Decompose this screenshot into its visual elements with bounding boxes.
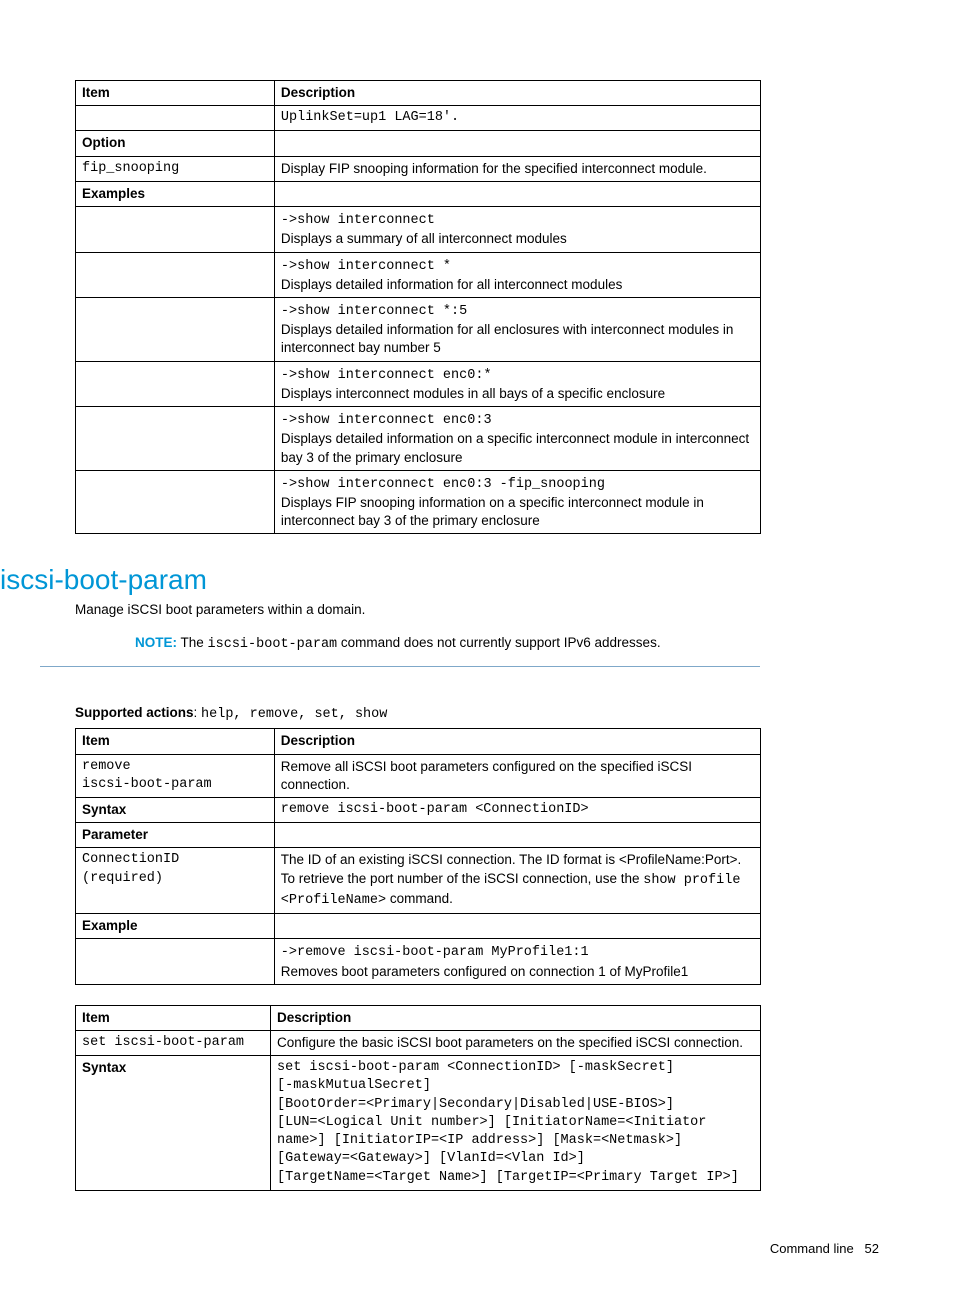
section-heading: iscsi-boot-param: [0, 564, 879, 596]
th-item: Item: [76, 1005, 271, 1030]
cmd: ->show interconnect enc0:3: [281, 413, 492, 428]
row-set: set iscsi-boot-param: [76, 1031, 271, 1056]
row-syntax: Syntax: [76, 1056, 271, 1191]
remove-l1: remove: [82, 759, 131, 774]
cell-empty: [76, 106, 275, 131]
cell-fip-desc: Display FIP snooping information for the…: [274, 156, 760, 181]
cell-set-desc: Configure the basic iSCSI boot parameter…: [271, 1031, 761, 1056]
syn-l1: set iscsi-boot-param <ConnectionID> [-ma…: [277, 1060, 674, 1075]
section-intro: Manage iSCSI boot parameters within a do…: [75, 602, 879, 617]
example-cell: ->show interconnect enc0:3 Displays deta…: [274, 407, 760, 471]
page-footer: Command line 52: [75, 1241, 879, 1256]
cell-empty: [274, 181, 760, 206]
cmd: ->show interconnect: [281, 213, 435, 228]
cell-empty: [76, 407, 275, 471]
interconnect-table: Item Description UplinkSet=up1 LAG=18'. …: [75, 80, 761, 534]
cmd-desc: Displays a summary of all interconnect m…: [281, 231, 567, 246]
row-parameter: Parameter: [76, 823, 275, 848]
cell-empty: [274, 131, 760, 156]
cmd-desc: Displays detailed information for all in…: [281, 277, 622, 292]
cell-empty: [274, 823, 760, 848]
cmd: ->show interconnect *:5: [281, 304, 467, 319]
cmd-desc: Displays interconnect modules in all bay…: [281, 386, 665, 401]
note-text-pre: The: [177, 635, 208, 650]
example-cell: ->show interconnect * Displays detailed …: [274, 252, 760, 297]
cell-empty: [76, 939, 275, 984]
th-item: Item: [76, 81, 275, 106]
syn-l5: name>] [InitiatorIP=<IP address>] [Mask=…: [277, 1133, 682, 1148]
row-fip-snooping: fip_snooping: [76, 156, 275, 181]
row-example: Example: [76, 914, 275, 939]
connid-l2: (required): [82, 871, 163, 886]
cell-empty: [76, 470, 275, 534]
example-cell: ->show interconnect enc0:* Displays inte…: [274, 361, 760, 406]
row-connectionid: ConnectionID (required): [76, 848, 275, 914]
cmd-desc: Displays detailed information for all en…: [281, 322, 733, 355]
syn-l2: [-maskMutualSecret]: [277, 1078, 431, 1093]
cell-remove-desc: Remove all iSCSI boot parameters configu…: [274, 754, 760, 797]
cmd-desc: Displays detailed information on a speci…: [281, 431, 749, 464]
syn-l3: [BootOrder=<Primary|Secondary|Disabled|U…: [277, 1097, 674, 1112]
example-cell: ->show interconnect Displays a summary o…: [274, 207, 760, 252]
cell-empty: [76, 207, 275, 252]
note-text-post: command does not currently support IPv6 …: [337, 635, 660, 650]
th-desc: Description: [274, 729, 760, 754]
supported-label: Supported actions: [75, 705, 194, 720]
cell-uplinkset: UplinkSet=up1 LAG=18'.: [274, 106, 760, 131]
connid-l1: ConnectionID: [82, 852, 179, 867]
remove-table: Item Description remove iscsi-boot-param…: [75, 728, 761, 984]
sep: :: [194, 705, 202, 720]
th-item: Item: [76, 729, 275, 754]
row-remove: remove iscsi-boot-param: [76, 754, 275, 797]
example-cell: ->show interconnect enc0:3 -fip_snooping…: [274, 470, 760, 534]
th-desc: Description: [271, 1005, 761, 1030]
cmd-desc: Removes boot parameters configured on co…: [281, 964, 688, 979]
supported-actions: Supported actions: help, remove, set, sh…: [75, 705, 879, 722]
cmd: ->show interconnect enc0:*: [281, 368, 492, 383]
set-table: Item Description set iscsi-boot-param Co…: [75, 1005, 761, 1191]
connid-c1: show profile: [643, 873, 740, 888]
syn-l7: [TargetName=<Target Name>] [TargetIP=<Pr…: [277, 1170, 739, 1185]
note-block: NOTE: The iscsi-boot-param command does …: [135, 635, 879, 652]
cell-connid-desc: The ID of an existing iSCSI connection. …: [274, 848, 760, 914]
divider: [40, 666, 760, 667]
connid-c2: <ProfileName>: [281, 893, 386, 908]
th-desc: Description: [274, 81, 760, 106]
note-label: NOTE:: [135, 635, 177, 650]
cell-empty: [76, 297, 275, 361]
note-code: iscsi-boot-param: [208, 637, 338, 652]
supported-list: help, remove, set, show: [201, 707, 387, 722]
cmd: ->show interconnect *: [281, 259, 451, 274]
cell-syntax: remove iscsi-boot-param <ConnectionID>: [274, 798, 760, 823]
cmd: ->show interconnect enc0:3 -fip_snooping: [281, 477, 605, 492]
cmd: ->remove iscsi-boot-param MyProfile1:1: [281, 945, 589, 960]
syn-l6: [Gateway=<Gateway>] [VlanId=<Vlan Id>]: [277, 1151, 585, 1166]
example-cell: ->show interconnect *:5 Displays detaile…: [274, 297, 760, 361]
remove-l2: iscsi-boot-param: [82, 777, 212, 792]
cell-empty: [76, 361, 275, 406]
connid-post: command.: [386, 891, 453, 906]
footer-page: 52: [865, 1241, 879, 1256]
cell-empty: [76, 252, 275, 297]
row-examples: Examples: [76, 181, 275, 206]
row-option: Option: [76, 131, 275, 156]
footer-label: Command line: [770, 1241, 854, 1256]
example-cell: ->remove iscsi-boot-param MyProfile1:1 R…: [274, 939, 760, 984]
cell-empty: [274, 914, 760, 939]
row-syntax: Syntax: [76, 798, 275, 823]
cmd-desc: Displays FIP snooping information on a s…: [281, 495, 704, 528]
syn-l4: [LUN=<Logical Unit number>] [InitiatorNa…: [277, 1115, 706, 1130]
cell-syntax-block: set iscsi-boot-param <ConnectionID> [-ma…: [271, 1056, 761, 1191]
